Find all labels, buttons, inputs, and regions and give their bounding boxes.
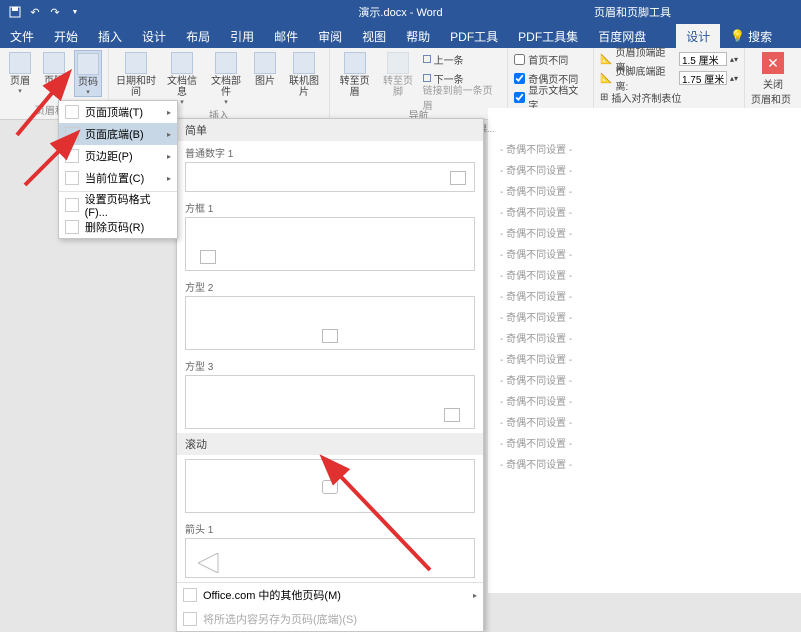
link-prev-button[interactable]: 链接到前一条页眉 — [423, 88, 502, 106]
gallery-office-more[interactable]: Office.com 中的其他页码(M)▸ — [177, 583, 483, 607]
tab-icon: ⊞ — [600, 92, 608, 103]
gallery-category-scroll: 滚动 — [177, 433, 483, 455]
gallery-save-selection: 将所选内容另存为页码(底端)(S) — [177, 607, 483, 631]
doc-text-line: - 奇偶不同设置 - — [500, 351, 789, 366]
tab-insert[interactable]: 插入 — [88, 24, 132, 48]
page-number-gallery: 简单 普通数字 1 方框 1 方型 2 方型 3 滚动 箭头 1 Office.… — [176, 118, 484, 632]
qat-dropdown-icon[interactable]: ▼ — [68, 5, 82, 19]
tab-home[interactable]: 开始 — [44, 24, 88, 48]
menu-page-top[interactable]: 页面顶端(T)▸ — [59, 101, 177, 123]
pictures-button[interactable]: 图片 — [251, 50, 279, 87]
doc-text-line: - 奇偶不同设置 - — [500, 141, 789, 156]
tab-pdfset[interactable]: PDF工具集 — [508, 24, 588, 48]
doc-text-line: - 奇偶不同设置 - — [500, 288, 789, 303]
gallery-item-scroll[interactable] — [177, 455, 483, 517]
doc-text-line: - 奇偶不同设置 - — [500, 414, 789, 429]
doc-parts-button[interactable]: 文档部件▾ — [207, 50, 245, 106]
current-pos-icon — [65, 171, 79, 185]
doc-hint: 所用课... — [460, 122, 789, 135]
tab-hf-design[interactable]: 设计 — [676, 24, 720, 48]
gallery-category-simple: 简单 — [177, 119, 483, 141]
doc-text-line: - 奇偶不同设置 - — [500, 330, 789, 345]
doc-text-line: - 奇偶不同设置 - — [500, 267, 789, 282]
ribbon-tabs: 文件 开始 插入 设计 布局 引用 邮件 审阅 视图 帮助 PDF工具 PDF工… — [0, 24, 801, 48]
gallery-item-plain1[interactable]: 普通数字 1 — [177, 141, 483, 196]
gallery-item-arrow1[interactable]: 箭头 1 — [177, 517, 483, 582]
tab-mailings[interactable]: 邮件 — [264, 24, 308, 48]
goto-footer-button[interactable]: 转至页脚 — [379, 50, 416, 98]
first-page-different-checkbox[interactable]: 首页不同 — [514, 50, 587, 68]
doc-text-line: - 奇偶不同设置 - — [500, 246, 789, 261]
menu-format-page-num[interactable]: 设置页码格式(F)... — [59, 194, 177, 216]
search-tab[interactable]: 💡 搜索 — [730, 28, 772, 45]
tab-layout[interactable]: 布局 — [176, 24, 220, 48]
lightbulb-icon: 💡 — [730, 29, 745, 43]
doc-text-line: - 奇偶不同设置 - — [500, 309, 789, 324]
document-title: 演示.docx - Word — [0, 4, 801, 20]
page-margin-icon — [65, 149, 79, 163]
title-bar: ↶ ↷ ▼ 演示.docx - Word 页眉和页脚工具 — [0, 0, 801, 24]
tab-references[interactable]: 引用 — [220, 24, 264, 48]
ruler-icon: 📐 — [600, 54, 612, 65]
footer-button[interactable]: 页脚▾ — [40, 50, 68, 95]
doc-text-line: - 奇偶不同设置 - — [500, 435, 789, 450]
doc-text-line: - 奇偶不同设置 - — [500, 204, 789, 219]
redo-icon[interactable]: ↷ — [48, 5, 62, 19]
doc-text-line: - 奇偶不同设置 - — [500, 372, 789, 387]
format-icon — [65, 198, 79, 212]
menu-page-bottom[interactable]: 页面底端(B)▸ — [59, 123, 177, 145]
goto-header-button[interactable]: 转至页眉 — [336, 50, 373, 98]
document-area: 所用课... - 奇偶不同设置 - - 奇偶不同设置 - - 奇偶不同设置 - … — [488, 108, 801, 593]
save-icon — [183, 612, 197, 626]
tab-review[interactable]: 审阅 — [308, 24, 352, 48]
tab-view[interactable]: 视图 — [352, 24, 396, 48]
quick-access-toolbar: ↶ ↷ ▼ — [0, 5, 82, 19]
doc-text-line: - 奇偶不同设置 - — [500, 393, 789, 408]
page-number-menu: 页面顶端(T)▸ 页面底端(B)▸ 页边距(P)▸ 当前位置(C)▸ 设置页码格… — [58, 100, 178, 239]
prev-button[interactable]: 上一条 — [423, 50, 502, 68]
online-pictures-button[interactable]: 联机图片 — [285, 50, 323, 98]
page-top-icon — [65, 105, 79, 119]
gallery-item-frame3[interactable]: 方型 3 — [177, 354, 483, 433]
menu-remove-page-num[interactable]: 删除页码(R) — [59, 216, 177, 238]
doc-info-button[interactable]: 文档信息▾ — [163, 50, 201, 106]
undo-icon[interactable]: ↶ — [28, 5, 42, 19]
doc-text-line: - 奇偶不同设置 - — [500, 456, 789, 471]
tab-help[interactable]: 帮助 — [396, 24, 440, 48]
gallery-item-frame1[interactable]: 方框 1 — [177, 196, 483, 275]
search-label: 搜索 — [748, 28, 772, 45]
header-button[interactable]: 页眉▾ — [6, 50, 34, 95]
tab-file[interactable]: 文件 — [0, 24, 44, 48]
remove-icon — [65, 220, 79, 234]
gallery-item-frame2[interactable]: 方型 2 — [177, 275, 483, 354]
page-number-button[interactable]: 页码▾ — [74, 50, 102, 97]
date-time-button[interactable]: 日期和时间 — [115, 50, 157, 98]
align-tab-button[interactable]: ⊞插入对齐制表位 — [600, 88, 738, 106]
footer-distance-spin[interactable]: 📐页脚底端距离:▴▾ — [600, 69, 738, 87]
doc-text-line: - 奇偶不同设置 - — [500, 162, 789, 177]
show-doc-text-checkbox[interactable]: 显示文档文字 — [514, 88, 587, 106]
menu-current-pos[interactable]: 当前位置(C)▸ — [59, 167, 177, 189]
ruler-icon: 📐 — [600, 73, 612, 84]
tab-design[interactable]: 设计 — [132, 24, 176, 48]
menu-page-margin[interactable]: 页边距(P)▸ — [59, 145, 177, 167]
doc-text-line: - 奇偶不同设置 - — [500, 183, 789, 198]
save-icon[interactable] — [8, 5, 22, 19]
contextual-tab-title: 页眉和页脚工具 — [594, 4, 671, 20]
group-navigation: 转至页眉 转至页脚 上一条 下一条 链接到前一条页眉 导航 — [330, 48, 508, 119]
close-icon: ✕ — [762, 52, 784, 74]
office-icon — [183, 588, 197, 602]
page-bottom-icon — [65, 127, 79, 141]
tab-pdf[interactable]: PDF工具 — [440, 24, 508, 48]
doc-text-line: - 奇偶不同设置 - — [500, 225, 789, 240]
